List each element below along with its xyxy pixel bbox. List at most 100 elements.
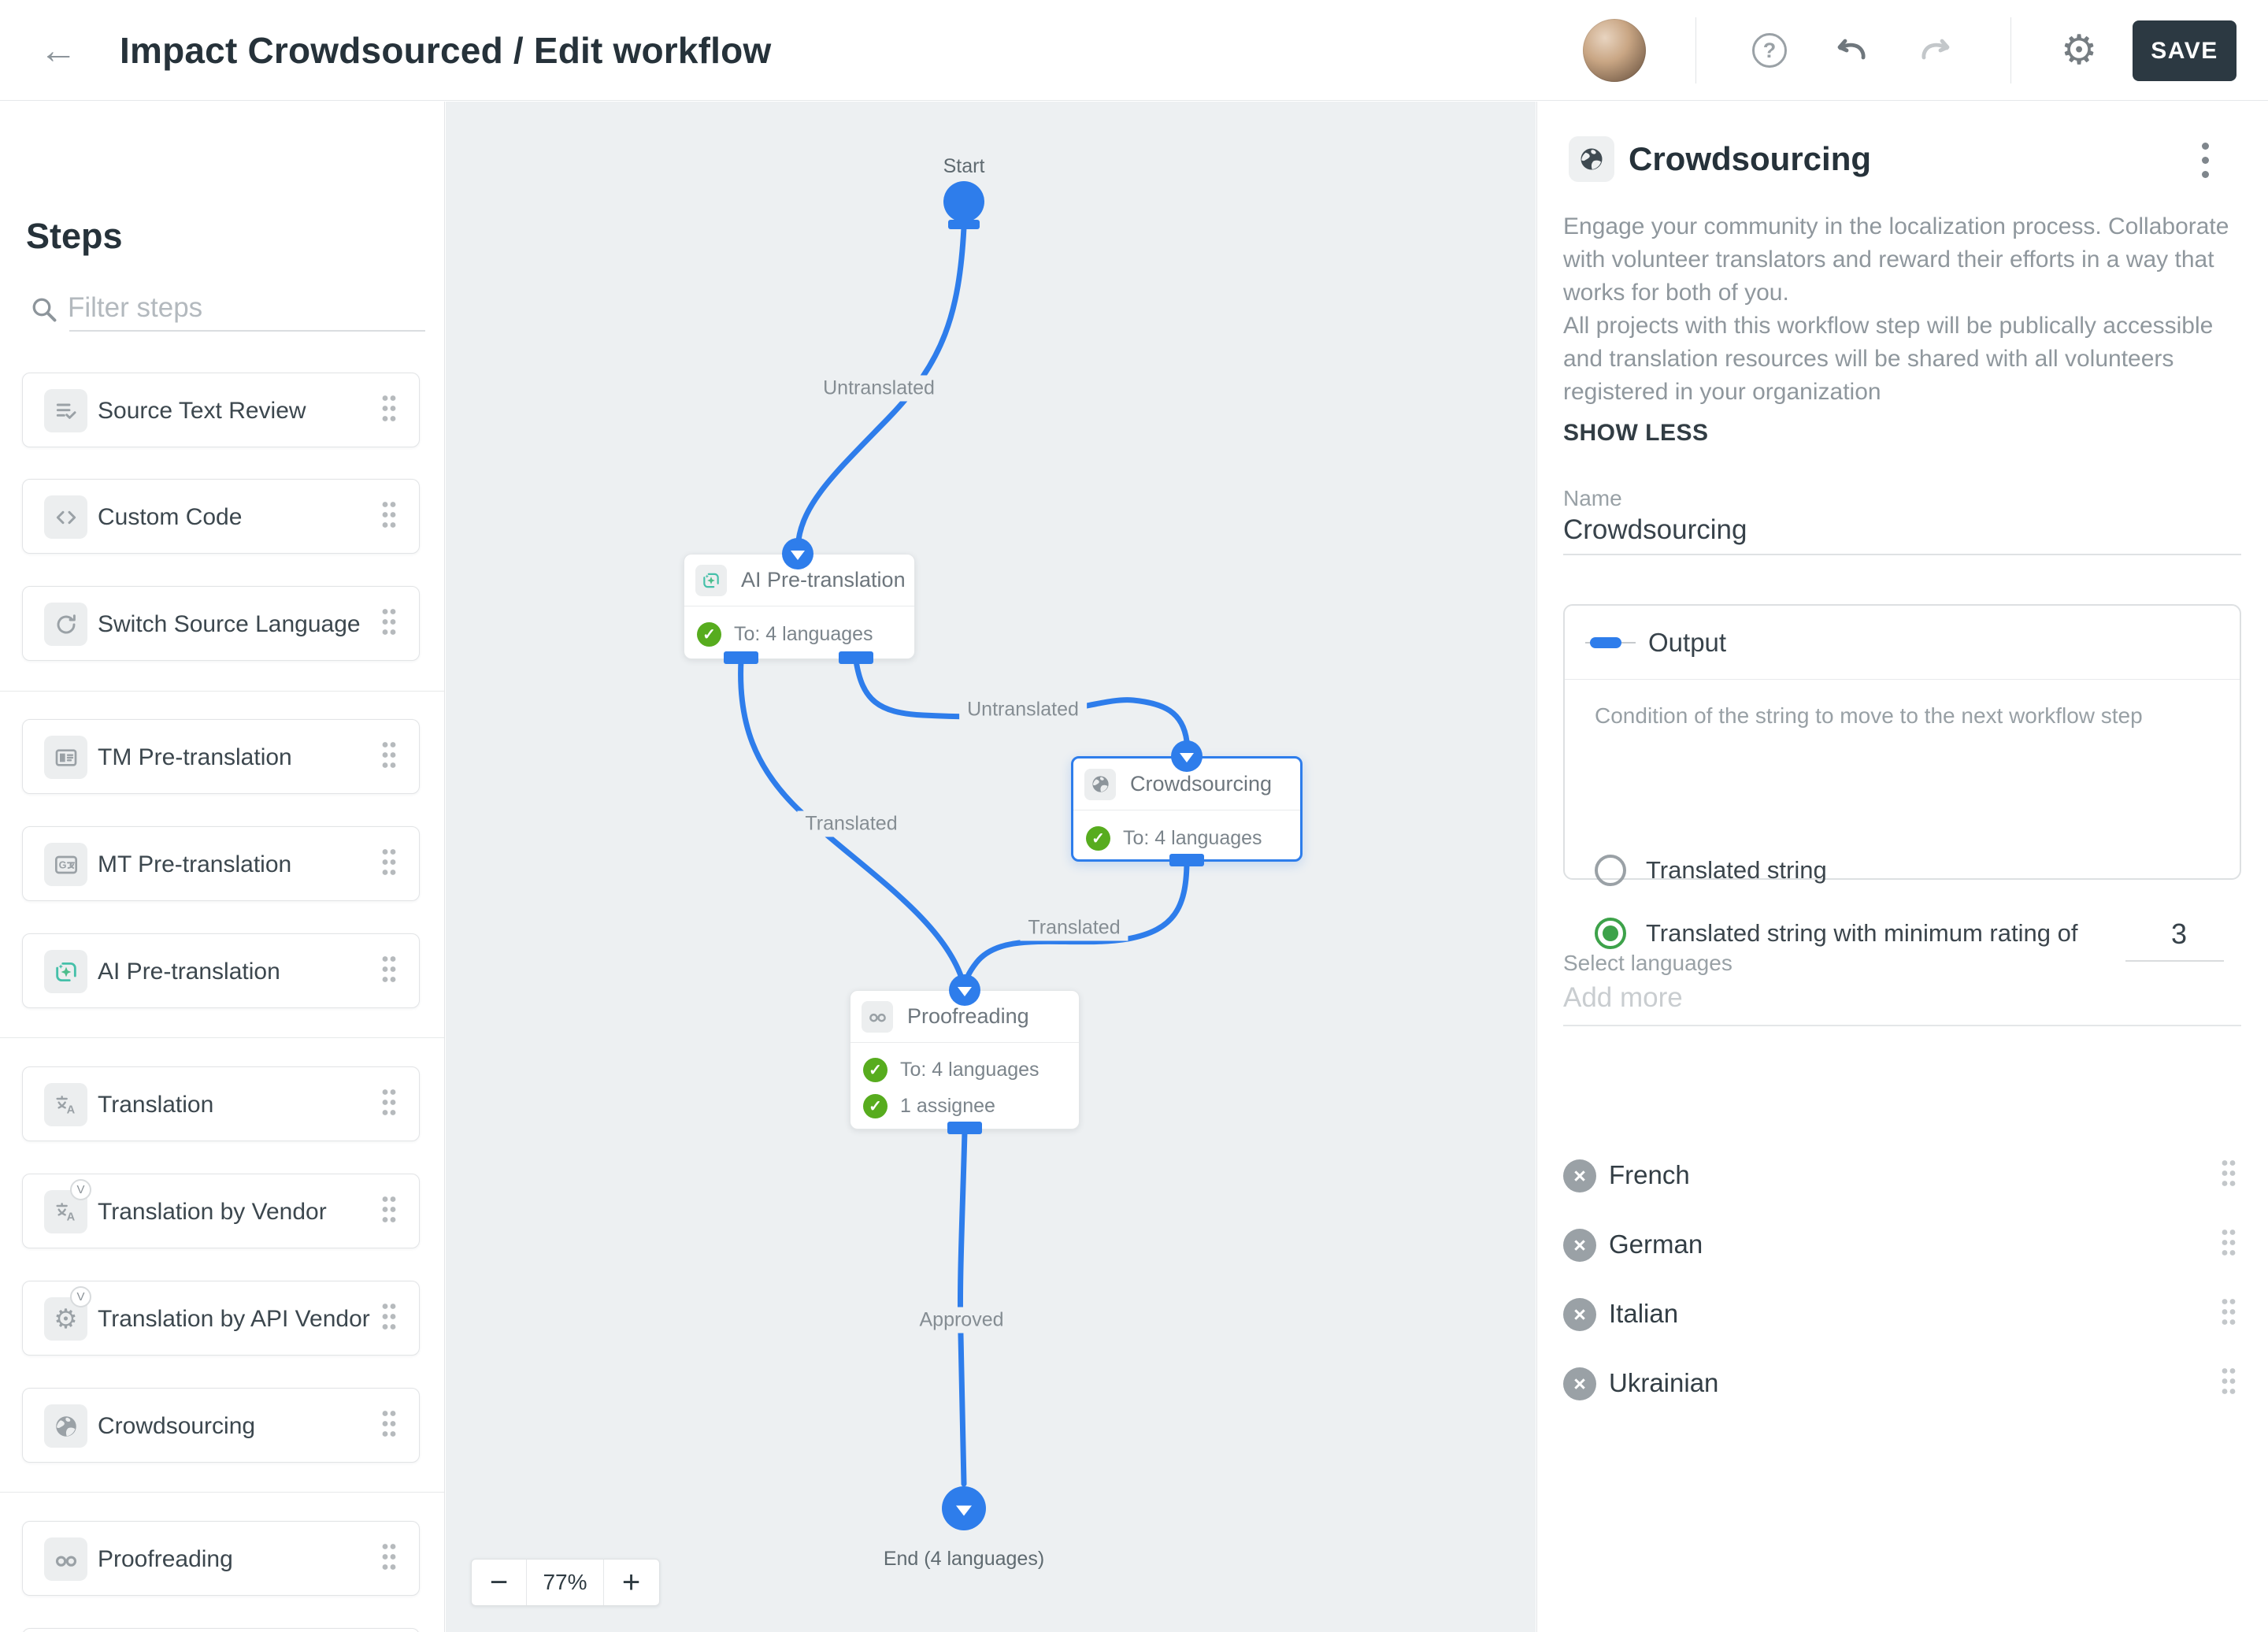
steps-sidebar: Steps Source Text Review Custom Code Sw — [0, 102, 445, 1632]
edge-label: Approved — [911, 1307, 1012, 1333]
node-title: AI Pre-translation — [741, 568, 906, 592]
node-output-stub[interactable] — [839, 651, 873, 664]
step-card-tm-pre-translation[interactable]: TM Pre-translation — [22, 719, 420, 794]
step-card-crowdsourcing[interactable]: Crowdsourcing — [22, 1388, 420, 1463]
step-label: Proofreading — [98, 1545, 233, 1572]
drag-handle-icon[interactable] — [380, 393, 398, 427]
language-row-ukrainian: × Ukrainian — [1563, 1359, 2241, 1407]
drag-handle-icon[interactable] — [380, 1301, 398, 1335]
select-languages-label: Select languages — [1563, 951, 1732, 975]
node-proofreading[interactable]: Proofreading ✓ To: 4 languages ✓ 1 assig… — [850, 990, 1080, 1129]
tm-card-icon — [44, 736, 87, 779]
show-less-link[interactable]: SHOW LESS — [1563, 420, 1709, 447]
radio-checked-icon[interactable] — [1595, 918, 1626, 949]
step-card-proofreading-by-vendor[interactable]: V Proofreading by Vendor — [22, 1628, 420, 1632]
edge-label: Translated — [1020, 914, 1128, 941]
drag-handle-icon[interactable] — [380, 740, 398, 773]
workflow-canvas[interactable]: Untranslated Untranslated Translated Tra… — [446, 102, 1536, 1632]
undo-button[interactable] — [1833, 30, 1873, 71]
settings-button[interactable]: ⚙ — [2059, 28, 2099, 73]
step-card-proofreading[interactable]: Proofreading — [22, 1521, 420, 1596]
drag-handle-icon[interactable] — [380, 1541, 398, 1575]
ai-sparkle-icon — [695, 564, 727, 596]
glasses-icon — [44, 1537, 87, 1581]
step-card-source-text-review[interactable]: Source Text Review — [22, 373, 420, 447]
zoom-out-button[interactable]: − — [472, 1560, 527, 1605]
step-card-mt-pre-translation[interactable]: G MT Pre-translation — [22, 826, 420, 901]
remove-language-icon[interactable]: × — [1563, 1229, 1596, 1262]
page-title: Impact Crowdsourced / Edit workflow — [120, 30, 772, 71]
save-button[interactable]: SAVE — [2133, 20, 2236, 81]
step-card-translation-by-api-vendor[interactable]: V ⚙ Translation by API Vendor — [22, 1281, 420, 1356]
end-node[interactable] — [942, 1486, 986, 1530]
radio-translated-string[interactable]: Translated string — [1595, 855, 1827, 886]
check-icon: ✓ — [1086, 825, 1110, 851]
start-output-stub[interactable] — [948, 220, 980, 229]
radio-unchecked-icon[interactable] — [1595, 855, 1626, 886]
drag-handle-icon[interactable] — [380, 1408, 398, 1442]
drag-handle-icon[interactable] — [380, 954, 398, 988]
help-button[interactable]: ? — [1749, 30, 1790, 71]
inspector-title: Crowdsourcing — [1629, 140, 1872, 177]
drag-handle-icon[interactable] — [2219, 1159, 2238, 1192]
drag-handle-icon[interactable] — [380, 606, 398, 640]
step-label: Proofreading by Vendor — [98, 1629, 346, 1632]
globe-icon — [1569, 136, 1614, 182]
drag-handle-icon[interactable] — [380, 499, 398, 533]
step-card-translation[interactable]: A Translation — [22, 1066, 420, 1141]
language-name: French — [1609, 1160, 1690, 1189]
step-card-ai-pre-translation[interactable]: AI Pre-translation — [22, 933, 420, 1008]
node-input-port[interactable] — [782, 538, 813, 569]
node-output-stub[interactable] — [724, 651, 758, 664]
min-rating-input[interactable]: 3 — [2144, 918, 2214, 951]
avatar[interactable] — [1583, 19, 1646, 82]
output-card: Output Condition of the string to move t… — [1563, 604, 2241, 962]
step-card-switch-source-language[interactable]: Switch Source Language — [22, 586, 420, 661]
language-row-german: × German — [1563, 1221, 2241, 1268]
output-card-header: Output — [1565, 606, 2240, 680]
step-card-translation-by-vendor[interactable]: V A Translation by Vendor — [22, 1174, 420, 1248]
node-output-stub[interactable] — [1169, 854, 1204, 866]
node-status-row: ✓ To: 4 languages — [697, 621, 873, 647]
drag-handle-icon[interactable] — [2219, 1228, 2238, 1262]
group-separator — [0, 1037, 444, 1038]
sidebar-title: Steps — [26, 216, 123, 256]
step-label: MT Pre-translation — [98, 851, 292, 877]
globe-icon — [44, 1404, 87, 1448]
check-icon: ✓ — [863, 1093, 888, 1118]
drag-handle-icon[interactable] — [380, 847, 398, 881]
drag-handle-icon[interactable] — [380, 1194, 398, 1228]
filter-steps-input[interactable] — [68, 287, 420, 328]
name-input[interactable] — [1563, 514, 2240, 546]
node-ai-pre-translation[interactable]: AI Pre-translation ✓ To: 4 languages — [684, 554, 915, 659]
drag-handle-icon[interactable] — [380, 1087, 398, 1121]
node-input-port[interactable] — [1171, 740, 1203, 772]
remove-language-icon[interactable]: × — [1563, 1367, 1596, 1400]
glasses-icon — [862, 1000, 893, 1033]
step-card-custom-code[interactable]: Custom Code — [22, 479, 420, 554]
vendor-badge: V — [70, 1286, 91, 1307]
redo-icon — [1922, 39, 1950, 60]
add-language-input[interactable] — [1563, 982, 2240, 1014]
node-crowdsourcing[interactable]: Crowdsourcing ✓ To: 4 languages — [1071, 756, 1303, 862]
input-underline — [69, 330, 425, 332]
remove-language-icon[interactable]: × — [1563, 1159, 1596, 1192]
output-title: Output — [1648, 627, 1727, 657]
step-label: Crowdsourcing — [98, 1412, 256, 1439]
more-options-button[interactable] — [2189, 139, 2221, 180]
remove-language-icon[interactable]: × — [1563, 1298, 1596, 1331]
node-output-stub[interactable] — [947, 1122, 982, 1134]
redo-button[interactable] — [1914, 30, 1955, 71]
end-label: End (4 languages) — [883, 1548, 1045, 1570]
start-node[interactable] — [943, 181, 984, 222]
drag-handle-icon[interactable] — [2219, 1297, 2238, 1331]
search-icon — [32, 298, 57, 322]
language-row-italian: × Italian — [1563, 1290, 2241, 1337]
zoom-level: 77% — [543, 1570, 587, 1594]
drag-handle-icon[interactable] — [2219, 1367, 2238, 1400]
node-input-port[interactable] — [949, 974, 980, 1006]
zoom-in-button[interactable]: + — [603, 1560, 658, 1605]
back-arrow-icon[interactable]: ← — [35, 27, 82, 74]
node-status-text: To: 4 languages — [734, 622, 873, 645]
radio-translated-string-min-rating[interactable]: Translated string with minimum rating of — [1595, 918, 2077, 949]
